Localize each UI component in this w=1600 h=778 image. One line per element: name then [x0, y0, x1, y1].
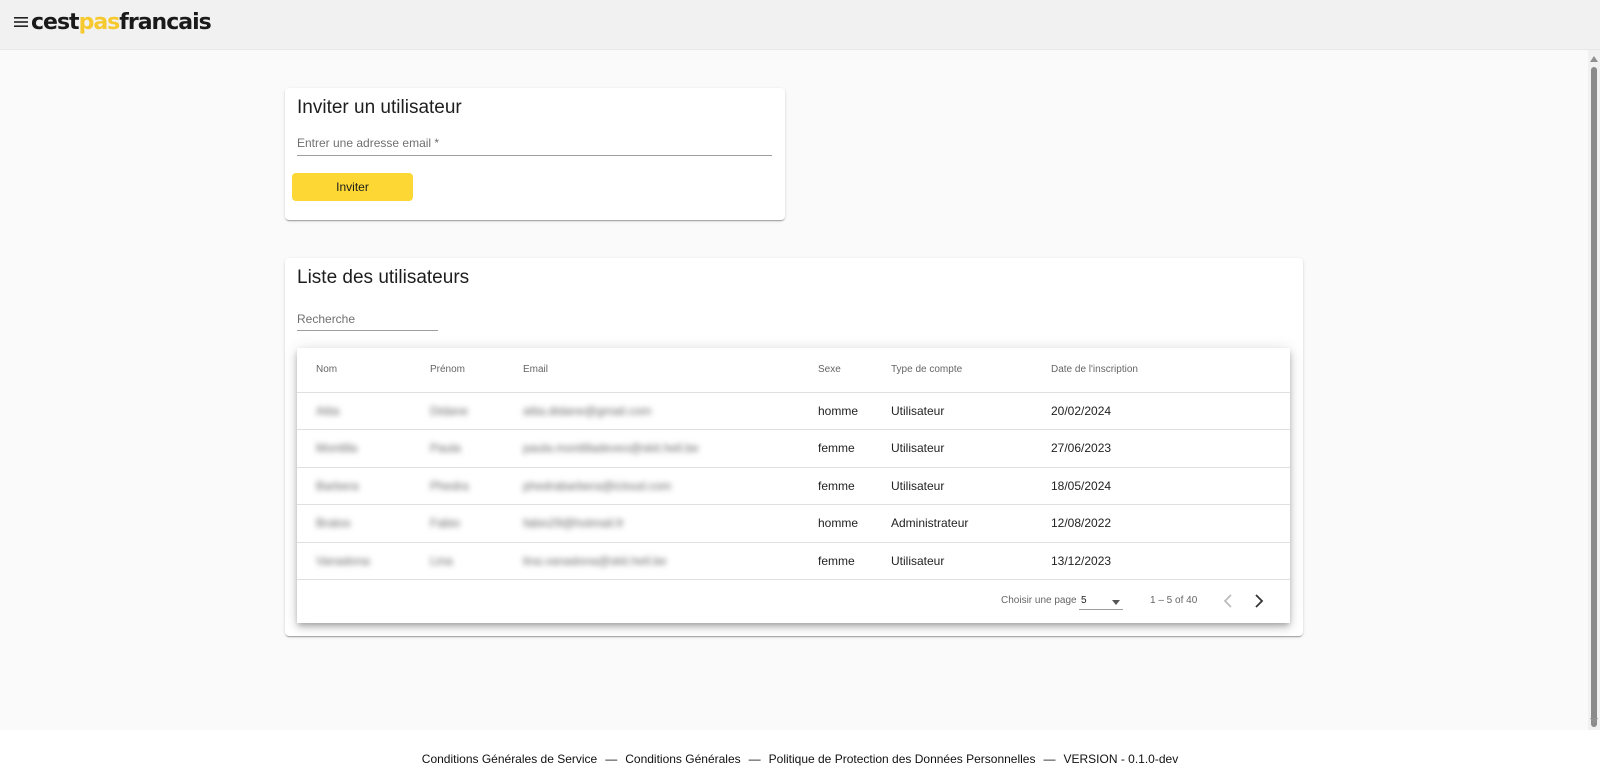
page-size-label: Choisir une page [1001, 595, 1077, 606]
column-header-type[interactable]: Type de compte [880, 348, 1040, 393]
vertical-scrollbar[interactable] [1588, 50, 1600, 730]
cell-sexe: femme [807, 429, 880, 468]
chevron-down-icon [1112, 600, 1120, 605]
page-size-value: 5 [1081, 595, 1087, 606]
column-header-nom[interactable]: Nom [297, 348, 411, 393]
cell-date: 27/06/2023 [1040, 429, 1290, 468]
cell-nom: Montilla [297, 429, 411, 468]
cell-date: 13/12/2023 [1040, 542, 1290, 580]
cell-sexe: femme [807, 467, 880, 505]
cell-nom: Barbera [297, 467, 411, 505]
cell-prenom: Didane [411, 392, 504, 430]
terms-of-service-link[interactable]: Conditions Générales de Service [422, 752, 597, 766]
paginator: Choisir une page 5 1 – 5 of 40 [297, 580, 1290, 623]
cell-prenom: Phedra [411, 467, 504, 505]
menu-icon[interactable] [13, 14, 29, 30]
cell-sexe: femme [807, 542, 880, 580]
cell-date: 12/08/2022 [1040, 504, 1290, 543]
column-header-prenom[interactable]: Prénom [411, 348, 504, 393]
cell-prenom: Paula [411, 429, 504, 468]
cell-email: fabio29@hotmail.fr [504, 504, 807, 543]
users-table: Nom Prénom Email Sexe Type de compte Dat… [297, 348, 1290, 580]
footer-separator: — [748, 752, 761, 766]
cell-date: 18/05/2024 [1040, 467, 1290, 505]
cell-prenom: Lina [411, 542, 504, 580]
top-toolbar: cestpasfrancais [0, 0, 1600, 50]
footer-links: Conditions Générales de Service — Conditio… [0, 752, 1600, 766]
users-table-container: Nom Prénom Email Sexe Type de compte Dat… [297, 348, 1290, 623]
cell-sexe: homme [807, 504, 880, 543]
cell-nom: Vanadona [297, 542, 411, 580]
cell-email: paula.montilladeveo@skit.hell.be [504, 429, 807, 468]
column-header-date[interactable]: Date de l'inscription [1040, 348, 1290, 393]
cell-nom: Aitia [297, 392, 411, 430]
cell-email: lina.vanadona@skit.hell.be [504, 542, 807, 580]
invite-button[interactable]: Inviter [292, 173, 413, 201]
column-header-sexe[interactable]: Sexe [807, 348, 880, 393]
table-row[interactable]: Vanadona Lina lina.vanadona@skit.hell.be… [297, 542, 1290, 580]
privacy-policy-link[interactable]: Politique de Protection des Données Pers… [769, 752, 1036, 766]
table-row[interactable]: Bratos Fabio fabio29@hotmail.fr homme Ad… [297, 504, 1290, 543]
search-field [297, 311, 438, 331]
page-range-label: 1 – 5 of 40 [1150, 595, 1198, 606]
version-label: VERSION - 0.1.0-dev [1063, 752, 1179, 766]
users-card-title: Liste des utilisateurs [297, 267, 470, 288]
cell-email: aitia.didane@gmail.com [504, 392, 807, 430]
users-list-card: Liste des utilisateurs Nom Prénom Email … [285, 258, 1303, 636]
footer-separator: — [605, 752, 618, 766]
cell-type: Utilisateur [880, 542, 1040, 580]
scrollbar-thumb[interactable] [1591, 67, 1597, 727]
scroll-down-arrow-icon[interactable] [1590, 718, 1598, 724]
cell-type: Utilisateur [880, 467, 1040, 505]
invite-card-title: Inviter un utilisateur [297, 97, 462, 118]
cell-prenom: Fabio [411, 504, 504, 543]
cell-nom: Bratos [297, 504, 411, 543]
logo-part-pas: pas [78, 10, 121, 35]
cell-type: Utilisateur [880, 392, 1040, 430]
table-header-row: Nom Prénom Email Sexe Type de compte Dat… [297, 348, 1290, 393]
footer: Conditions Générales de Service — Conditio… [0, 730, 1600, 778]
table-row[interactable]: Montilla Paula paula.montilladeveo@skit.… [297, 429, 1290, 468]
cell-sexe: homme [807, 392, 880, 430]
column-header-email[interactable]: Email [504, 348, 807, 393]
email-field [297, 134, 772, 156]
page-size-select[interactable]: 5 [1079, 592, 1123, 610]
cell-type: Utilisateur [880, 429, 1040, 468]
chevron-left-icon[interactable] [1216, 589, 1240, 613]
cell-email: phedrabarbera@icloud.com [504, 467, 807, 505]
table-row[interactable]: Barbera Phedra phedrabarbera@icloud.com … [297, 467, 1290, 505]
table-row[interactable]: Aitia Didane aitia.didane@gmail.com homm… [297, 392, 1290, 430]
email-input[interactable] [297, 134, 772, 150]
logo-part-cest: cest [31, 10, 80, 35]
footer-separator: — [1043, 752, 1056, 766]
scroll-up-arrow-icon[interactable] [1590, 56, 1598, 62]
cell-type: Administrateur [880, 504, 1040, 543]
cell-date: 20/02/2024 [1040, 392, 1290, 430]
chevron-right-icon[interactable] [1247, 589, 1271, 613]
general-conditions-link[interactable]: Conditions Générales [625, 752, 740, 766]
invite-user-card: Inviter un utilisateur Inviter [285, 88, 785, 220]
logo[interactable]: cestpasfrancais [31, 9, 212, 37]
logo-part-francais: francais [119, 10, 211, 35]
search-input[interactable] [297, 312, 438, 326]
